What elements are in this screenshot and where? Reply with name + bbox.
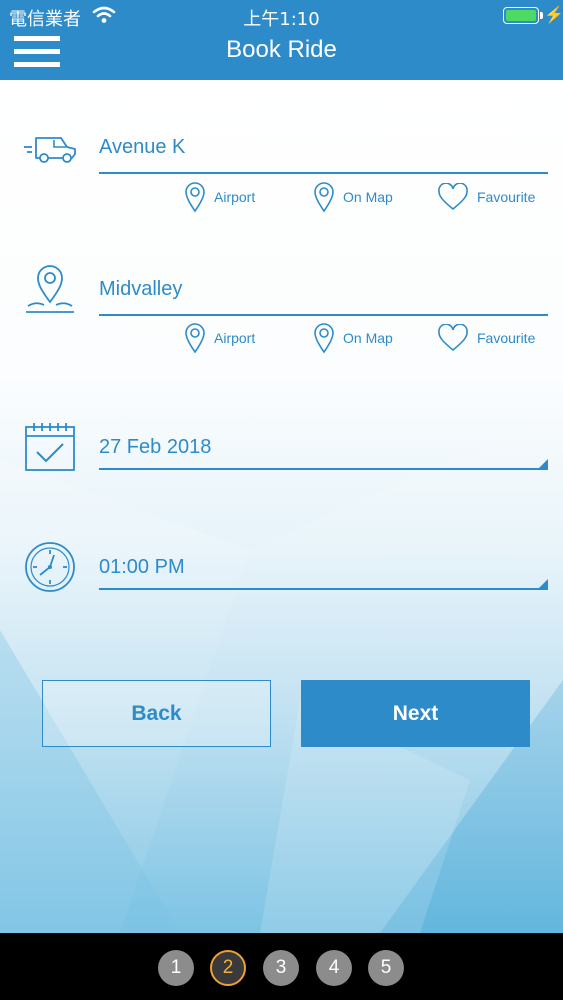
page-indicator: 1 2 3 4 5 — [0, 933, 563, 1000]
pin-icon — [185, 323, 205, 354]
option-label: Favourite — [477, 330, 536, 346]
pin-icon — [314, 182, 334, 213]
page-dot-5[interactable]: 5 — [368, 950, 404, 986]
next-button[interactable]: Next — [301, 680, 530, 747]
page-dot-4[interactable]: 4 — [316, 950, 352, 986]
page-dot-2-active[interactable]: 2 — [210, 950, 246, 986]
page-title: Book Ride — [226, 36, 337, 63]
header-bar: 電信業者 上午1:10 ⚡ Book Ride — [0, 0, 563, 80]
dropoff-input[interactable]: Midvalley — [99, 270, 548, 316]
dropoff-on-map-option[interactable]: On Map — [313, 321, 393, 355]
status-bar: 電信業者 上午1:10 ⚡ — [0, 0, 563, 32]
status-time: 上午1:10 — [243, 9, 320, 30]
heart-icon — [438, 324, 468, 352]
charging-icon: ⚡ — [544, 7, 563, 24]
pickup-favourite-option[interactable]: Favourite — [437, 180, 535, 214]
heart-icon — [438, 183, 468, 211]
dropdown-corner-icon — [539, 579, 548, 588]
page-dot-1[interactable]: 1 — [158, 950, 194, 986]
option-label: On Map — [343, 189, 393, 205]
option-label: Favourite — [477, 189, 536, 205]
pin-icon — [314, 323, 334, 354]
pin-icon — [185, 182, 205, 213]
location-pin-icon — [26, 265, 74, 313]
pickup-on-map-option[interactable]: On Map — [313, 180, 393, 214]
option-label: On Map — [343, 330, 393, 346]
time-value: 01:00 PM — [99, 556, 185, 578]
date-dropdown[interactable]: 27 Feb 2018 — [99, 424, 548, 470]
back-button[interactable]: Back — [42, 680, 271, 747]
clock-icon — [25, 542, 75, 592]
calendar-icon — [25, 423, 75, 471]
time-dropdown[interactable]: 01:00 PM — [99, 544, 548, 590]
battery-tip — [540, 12, 543, 19]
dropdown-corner-icon — [539, 459, 548, 468]
car-icon — [24, 137, 76, 163]
dropoff-airport-option[interactable]: Airport — [184, 321, 255, 355]
battery-icon — [503, 7, 539, 24]
dropoff-value: Midvalley — [99, 278, 183, 300]
pickup-value: Avenue K — [99, 136, 186, 158]
option-label: Airport — [214, 330, 256, 346]
date-value: 27 Feb 2018 — [99, 436, 212, 458]
pickup-airport-option[interactable]: Airport — [184, 180, 255, 214]
page-dot-3[interactable]: 3 — [263, 950, 299, 986]
option-label: Airport — [214, 189, 256, 205]
dropoff-favourite-option[interactable]: Favourite — [437, 321, 535, 355]
pickup-input[interactable]: Avenue K — [99, 128, 548, 174]
